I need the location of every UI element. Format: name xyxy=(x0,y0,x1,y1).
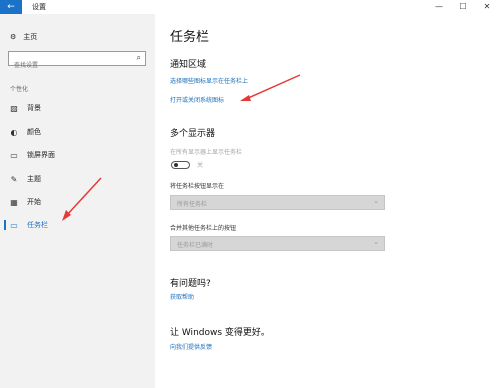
main-content: 任务栏 通知区域 选择哪些图标显示在任务栏上 打开或关闭系统图标 多个显示器 在… xyxy=(155,14,500,388)
sidebar-item-label: 颜色 xyxy=(27,128,41,136)
sidebar-item-label: 开始 xyxy=(27,198,41,206)
select-taskbar-icons-link[interactable]: 选择哪些图标显示在任务栏上 xyxy=(170,76,248,85)
chevron-down-icon: ⌄ xyxy=(373,238,379,246)
sidebar-item-taskbar[interactable]: ▭ 任务栏 xyxy=(10,220,48,230)
close-button[interactable]: ✕ xyxy=(476,0,498,14)
active-indicator xyxy=(4,220,6,230)
feedback-heading: 让 Windows 变得更好。 xyxy=(170,328,270,338)
gear-icon: ⚙ xyxy=(10,33,17,41)
back-button[interactable]: ← xyxy=(0,0,22,14)
get-help-link[interactable]: 获取帮助 xyxy=(170,292,194,301)
sidebar-item-label: 主题 xyxy=(27,175,41,183)
picture-icon: ▨ xyxy=(10,103,18,113)
taskbar-icon: ▭ xyxy=(10,220,18,230)
palette-icon: ◐ xyxy=(10,127,18,137)
page-title: 任务栏 xyxy=(170,30,210,45)
sidebar-item-label: 锁屏界面 xyxy=(27,151,55,159)
toggle-state-label: 关 xyxy=(197,162,204,169)
chevron-down-icon: ⌄ xyxy=(373,197,379,205)
search-input[interactable] xyxy=(9,59,132,72)
sidebar-item-themes[interactable]: ✎ 主题 xyxy=(10,174,41,184)
brush-icon: ✎ xyxy=(10,174,18,184)
give-feedback-link[interactable]: 向我们提供反馈 xyxy=(170,342,212,351)
dropdown-value: 任务栏已满时 xyxy=(177,242,214,249)
minimize-icon: — xyxy=(435,2,443,11)
window-title: 设置 xyxy=(32,3,46,11)
close-icon: ✕ xyxy=(483,2,491,11)
sidebar-item-label: 背景 xyxy=(27,104,41,112)
sidebar-home-label: 主页 xyxy=(23,33,38,41)
questions-heading: 有问题吗? xyxy=(170,279,211,289)
minimize-button[interactable]: — xyxy=(428,0,450,14)
sidebar-item-colors[interactable]: ◐ 颜色 xyxy=(10,127,42,137)
sidebar: ⚙ 主页 ⌕ 个性化 ▨ 背景 ◐ 颜色 ▭ 锁屏界面 ✎ 主题 ▦ 开始 ▭ … xyxy=(0,14,155,388)
show-taskbar-all-displays-label: 在所有显示器上显示任务栏 xyxy=(170,149,243,156)
multiple-displays-heading: 多个显示器 xyxy=(170,129,216,139)
search-icon[interactable]: ⌕ xyxy=(137,53,141,63)
show-taskbar-all-displays-toggle[interactable] xyxy=(171,161,190,169)
search-box[interactable]: ⌕ xyxy=(8,51,146,72)
sidebar-item-background[interactable]: ▨ 背景 xyxy=(10,103,41,113)
combine-buttons-dropdown[interactable]: 任务栏已满时 ⌄ xyxy=(170,236,385,251)
show-buttons-on-dropdown[interactable]: 所有任务栏 ⌄ xyxy=(170,195,385,210)
show-buttons-on-label: 将任务栏按钮显示在 xyxy=(170,183,225,190)
sidebar-section-label: 个性化 xyxy=(10,86,29,93)
system-icons-link[interactable]: 打开或关闭系统图标 xyxy=(170,95,224,104)
toggle-knob xyxy=(174,163,178,167)
combine-buttons-label: 合并其他任务栏上的按钮 xyxy=(170,225,237,232)
back-arrow-icon: ← xyxy=(7,2,15,12)
start-grid-icon: ▦ xyxy=(10,197,18,207)
monitor-icon: ▭ xyxy=(10,150,18,160)
sidebar-home[interactable]: ⚙ 主页 xyxy=(10,32,37,42)
maximize-icon: ☐ xyxy=(459,2,467,11)
notification-area-heading: 通知区域 xyxy=(170,60,207,70)
sidebar-item-lock-screen[interactable]: ▭ 锁屏界面 xyxy=(10,150,55,160)
dropdown-value: 所有任务栏 xyxy=(177,201,208,208)
sidebar-item-label: 任务栏 xyxy=(27,221,48,229)
sidebar-item-start[interactable]: ▦ 开始 xyxy=(10,197,41,207)
maximize-button[interactable]: ☐ xyxy=(452,0,474,14)
title-bar: ← 设置 — ☐ ✕ xyxy=(0,0,500,14)
